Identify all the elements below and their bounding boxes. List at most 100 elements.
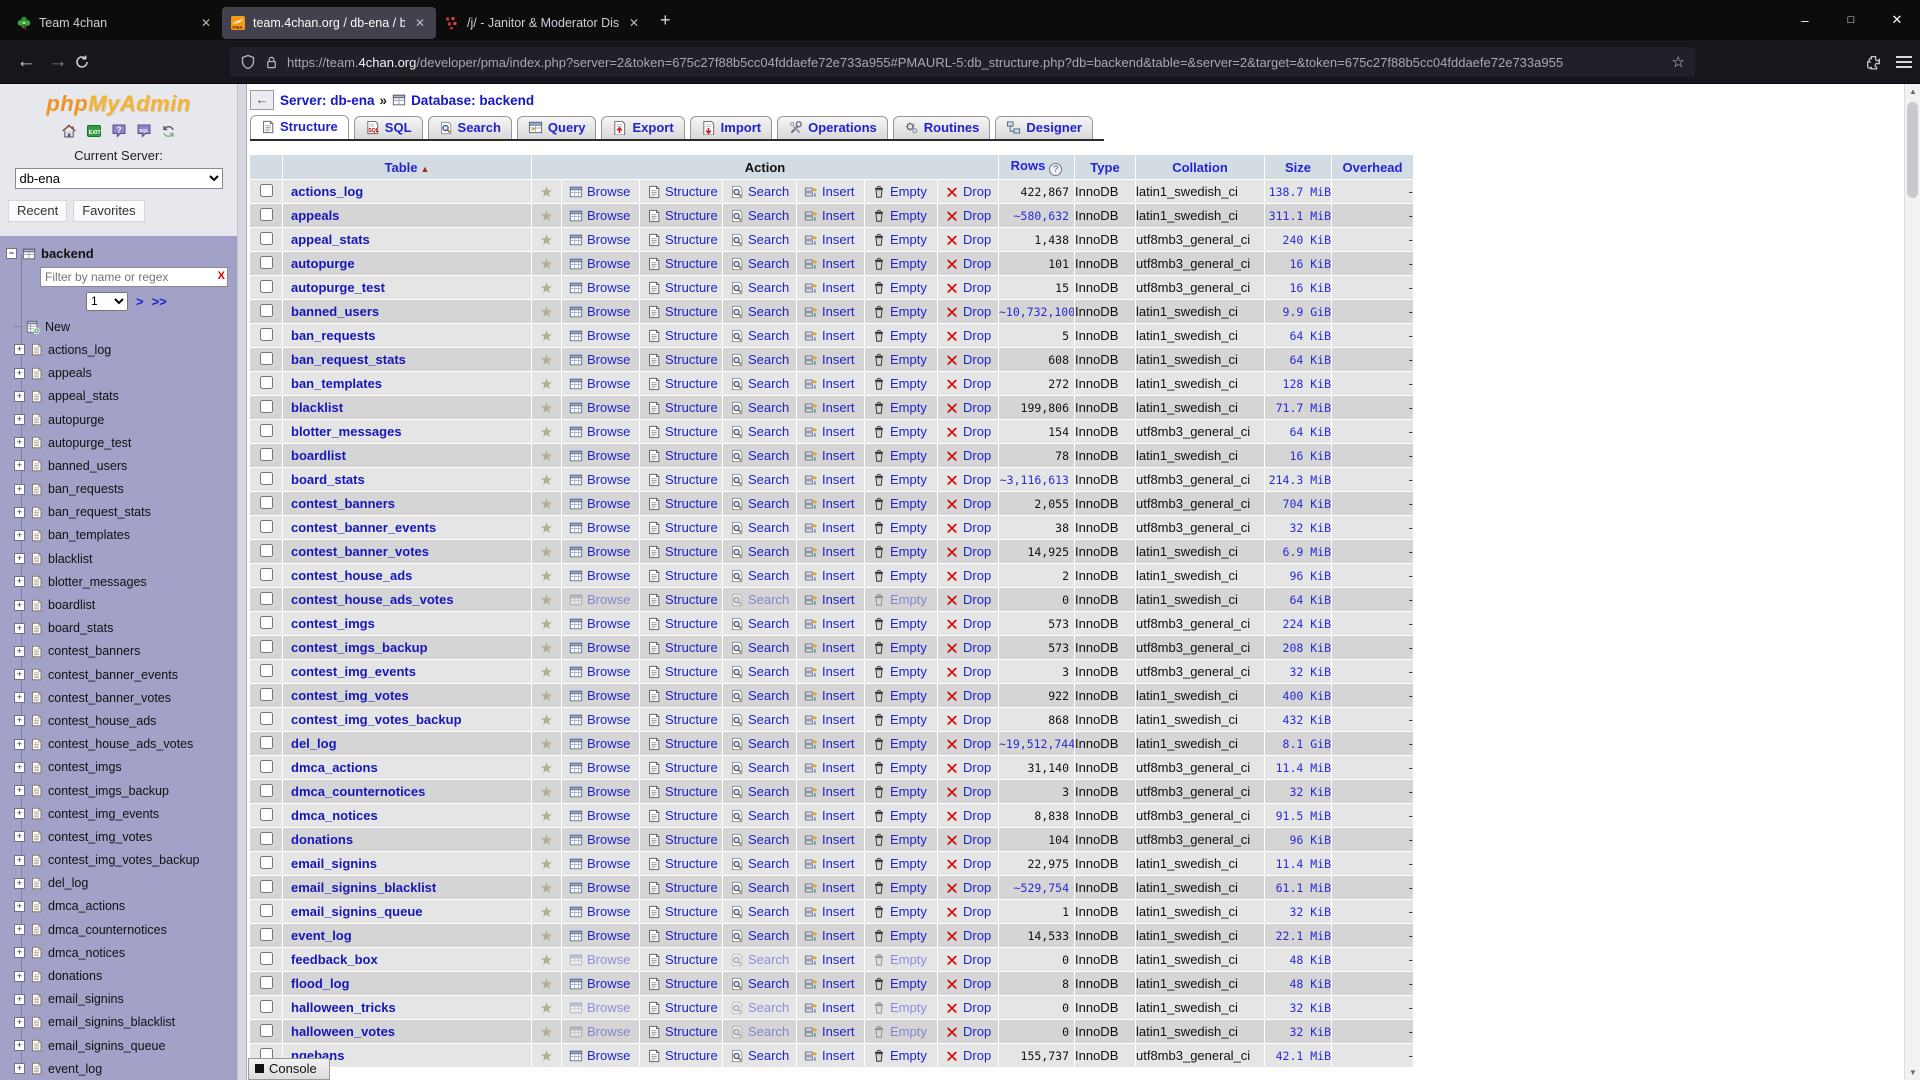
- browse-link[interactable]: Browse: [562, 616, 639, 631]
- tree-table-dmca_actions[interactable]: + dmca_actions: [0, 895, 237, 918]
- tree-table-ban_request_stats[interactable]: + ban_request_stats: [0, 501, 237, 524]
- favorite-star-icon[interactable]: ★: [532, 1044, 562, 1068]
- empty-link[interactable]: Empty: [865, 760, 937, 775]
- structure-link[interactable]: Structure: [640, 256, 722, 271]
- header-overhead[interactable]: Overhead: [1332, 155, 1414, 180]
- browse-link[interactable]: Browse: [562, 496, 639, 511]
- table-name-link[interactable]: banned_users: [283, 304, 531, 319]
- drop-link[interactable]: Drop: [938, 568, 998, 583]
- expand-icon[interactable]: +: [14, 437, 25, 448]
- favorite-star-icon[interactable]: ★: [532, 564, 562, 588]
- structure-link[interactable]: Structure: [640, 544, 722, 559]
- favorite-star-icon[interactable]: ★: [532, 828, 562, 852]
- browse-link[interactable]: Browse: [562, 904, 639, 919]
- row-checkbox[interactable]: [260, 928, 273, 941]
- empty-link[interactable]: Empty: [865, 640, 937, 655]
- table-name-link[interactable]: contest_img_votes_backup: [283, 712, 531, 727]
- tree-table-blacklist[interactable]: + blacklist: [0, 547, 237, 570]
- empty-link[interactable]: Empty: [865, 688, 937, 703]
- browse-link[interactable]: Browse: [562, 544, 639, 559]
- table-name-link[interactable]: contest_house_ads_votes: [283, 592, 531, 607]
- structure-link[interactable]: Structure: [640, 808, 722, 823]
- structure-link[interactable]: Structure: [640, 328, 722, 343]
- search-link[interactable]: Search: [723, 616, 796, 631]
- expand-icon[interactable]: +: [14, 878, 25, 889]
- row-checkbox[interactable]: [260, 712, 273, 725]
- empty-link[interactable]: Empty: [865, 568, 937, 583]
- drop-link[interactable]: Drop: [938, 904, 998, 919]
- browse-link[interactable]: Browse: [562, 1024, 639, 1039]
- favorite-star-icon[interactable]: ★: [532, 732, 562, 756]
- favorite-star-icon[interactable]: ★: [532, 900, 562, 924]
- row-checkbox[interactable]: [260, 592, 273, 605]
- empty-link[interactable]: Empty: [865, 880, 937, 895]
- row-checkbox[interactable]: [260, 1000, 273, 1013]
- table-name-link[interactable]: email_signins_queue: [283, 904, 531, 919]
- row-checkbox[interactable]: [260, 1024, 273, 1037]
- search-link[interactable]: Search: [723, 976, 796, 991]
- nav-back-arrow[interactable]: ←: [250, 90, 274, 110]
- header-table[interactable]: Table▲: [283, 155, 532, 180]
- row-checkbox[interactable]: [260, 232, 273, 245]
- drop-link[interactable]: Drop: [938, 208, 998, 223]
- insert-link[interactable]: Insert: [797, 952, 864, 967]
- insert-link[interactable]: Insert: [797, 544, 864, 559]
- browse-link[interactable]: Browse: [562, 736, 639, 751]
- row-checkbox[interactable]: [260, 352, 273, 365]
- favorite-star-icon[interactable]: ★: [532, 396, 562, 420]
- tab-routines[interactable]: Routines: [893, 116, 991, 139]
- search-link[interactable]: Search: [723, 664, 796, 679]
- insert-link[interactable]: Insert: [797, 352, 864, 367]
- tab-import[interactable]: Import: [690, 116, 772, 139]
- insert-link[interactable]: Insert: [797, 760, 864, 775]
- table-name-link[interactable]: ban_request_stats: [283, 352, 531, 367]
- browse-link[interactable]: Browse: [562, 376, 639, 391]
- browse-link[interactable]: Browse: [562, 256, 639, 271]
- expand-icon[interactable]: +: [14, 669, 25, 680]
- expand-icon[interactable]: +: [14, 530, 25, 541]
- browse-link[interactable]: Browse: [562, 280, 639, 295]
- drop-link[interactable]: Drop: [938, 808, 998, 823]
- url-bar[interactable]: https://team.4chan.org/developer/pma/ind…: [230, 47, 1695, 77]
- back-button[interactable]: ←: [10, 51, 42, 73]
- search-link[interactable]: Search: [723, 328, 796, 343]
- tree-table-ban_requests[interactable]: + ban_requests: [0, 478, 237, 501]
- favorite-star-icon[interactable]: ★: [532, 948, 562, 972]
- table-name-link[interactable]: event_log: [283, 928, 531, 943]
- favorite-star-icon[interactable]: ★: [532, 204, 562, 228]
- search-link[interactable]: Search: [723, 400, 796, 415]
- search-link[interactable]: Search: [723, 208, 796, 223]
- insert-link[interactable]: Insert: [797, 1000, 864, 1015]
- search-link[interactable]: Search: [723, 952, 796, 967]
- favorite-star-icon[interactable]: ★: [532, 852, 562, 876]
- empty-link[interactable]: Empty: [865, 184, 937, 199]
- expand-icon[interactable]: +: [14, 994, 25, 1005]
- empty-link[interactable]: Empty: [865, 664, 937, 679]
- search-link[interactable]: Search: [723, 736, 796, 751]
- browse-link[interactable]: Browse: [562, 832, 639, 847]
- tree-table-email_signins_blacklist[interactable]: + email_signins_blacklist: [0, 1011, 237, 1034]
- structure-link[interactable]: Structure: [640, 928, 722, 943]
- table-name-link[interactable]: ban_templates: [283, 376, 531, 391]
- table-name-link[interactable]: email_signins: [283, 856, 531, 871]
- insert-link[interactable]: Insert: [797, 184, 864, 199]
- tree-table-autopurge[interactable]: + autopurge: [0, 408, 237, 431]
- insert-link[interactable]: Insert: [797, 928, 864, 943]
- empty-link[interactable]: Empty: [865, 424, 937, 439]
- browse-link[interactable]: Browse: [562, 640, 639, 655]
- insert-link[interactable]: Insert: [797, 856, 864, 871]
- row-checkbox[interactable]: [260, 688, 273, 701]
- table-name-link[interactable]: donations: [283, 832, 531, 847]
- table-name-link[interactable]: halloween_votes: [283, 1024, 531, 1039]
- tree-new-table[interactable]: New: [0, 315, 237, 338]
- browse-link[interactable]: Browse: [562, 976, 639, 991]
- structure-link[interactable]: Structure: [640, 592, 722, 607]
- tree-table-appeals[interactable]: + appeals: [0, 362, 237, 385]
- structure-link[interactable]: Structure: [640, 496, 722, 511]
- tab-export[interactable]: Export: [601, 116, 684, 139]
- minimize-button[interactable]: –: [1782, 0, 1828, 40]
- row-checkbox[interactable]: [260, 448, 273, 461]
- browse-link[interactable]: Browse: [562, 1048, 639, 1063]
- structure-link[interactable]: Structure: [640, 952, 722, 967]
- table-name-link[interactable]: boardlist: [283, 448, 531, 463]
